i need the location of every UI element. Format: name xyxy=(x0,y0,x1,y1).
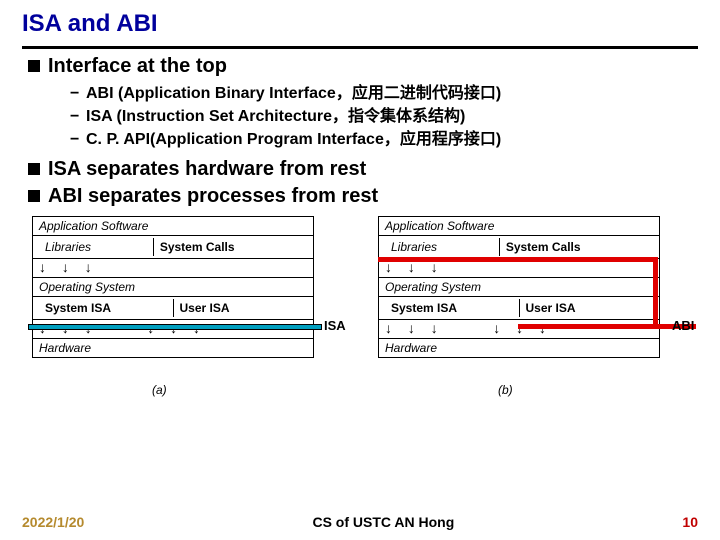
slide-title: ISA and ABI xyxy=(22,10,698,38)
layer-os-b: Operating System xyxy=(379,278,659,297)
layer-os-a: Operating System xyxy=(33,278,313,297)
layer-user-isa-a: User ISA xyxy=(174,299,308,317)
footer: 2022/1/20 CS of USTC AN Hong 10 xyxy=(22,514,698,530)
footer-page-number: 10 xyxy=(682,514,698,530)
layer-app-a: Application Software xyxy=(33,217,313,236)
abi-highlight-vert xyxy=(653,257,658,329)
footer-center: CS of USTC AN Hong xyxy=(312,514,454,530)
layer-syscalls-b: System Calls xyxy=(500,238,653,256)
layer-lib-b: Libraries xyxy=(385,238,500,256)
bullet-2: ISA separates hardware from rest xyxy=(48,158,698,181)
diagram-left: Application Software Libraries System Ca… xyxy=(22,210,352,395)
abi-highlight-bottom xyxy=(518,324,696,329)
layer-app-b: Application Software xyxy=(379,217,659,236)
caption-a: (a) xyxy=(152,383,167,397)
footer-date: 2022/1/20 xyxy=(22,514,84,530)
arrow-down-icon: ↓ ↓ ↓ xyxy=(39,259,98,275)
bullet-1-sub-3: C. P. API(Application Program Interface，… xyxy=(70,128,698,151)
diagram-region: Application Software Libraries System Ca… xyxy=(22,210,698,395)
layer-hw-b: Hardware xyxy=(379,339,659,357)
layer-syscalls-a: System Calls xyxy=(154,238,307,256)
isa-highlight-line xyxy=(28,324,322,330)
layer-lib-a: Libraries xyxy=(39,238,154,256)
abi-highlight-top xyxy=(378,257,658,262)
bullet-1-sub-1: ABI (Application Binary Interface，应用二进制代… xyxy=(70,82,698,105)
bullet-3: ABI separates processes from rest xyxy=(48,185,698,208)
bullet-1-sub-2: ISA (Instruction Set Architecture，指令集体系结… xyxy=(70,105,698,128)
layer-user-isa-b: User ISA xyxy=(520,299,654,317)
layer-sys-isa-a: System ISA xyxy=(39,299,174,317)
layer-hw-a: Hardware xyxy=(33,339,313,357)
layer-sys-isa-b: System ISA xyxy=(385,299,520,317)
title-divider xyxy=(22,46,698,49)
abi-label-b: ABI xyxy=(672,318,694,333)
isa-label-a: ISA xyxy=(324,318,346,333)
caption-b: (b) xyxy=(498,383,513,397)
diagram-right: Application Software Libraries System Ca… xyxy=(368,210,698,395)
bullet-1: Interface at the top xyxy=(48,55,698,78)
